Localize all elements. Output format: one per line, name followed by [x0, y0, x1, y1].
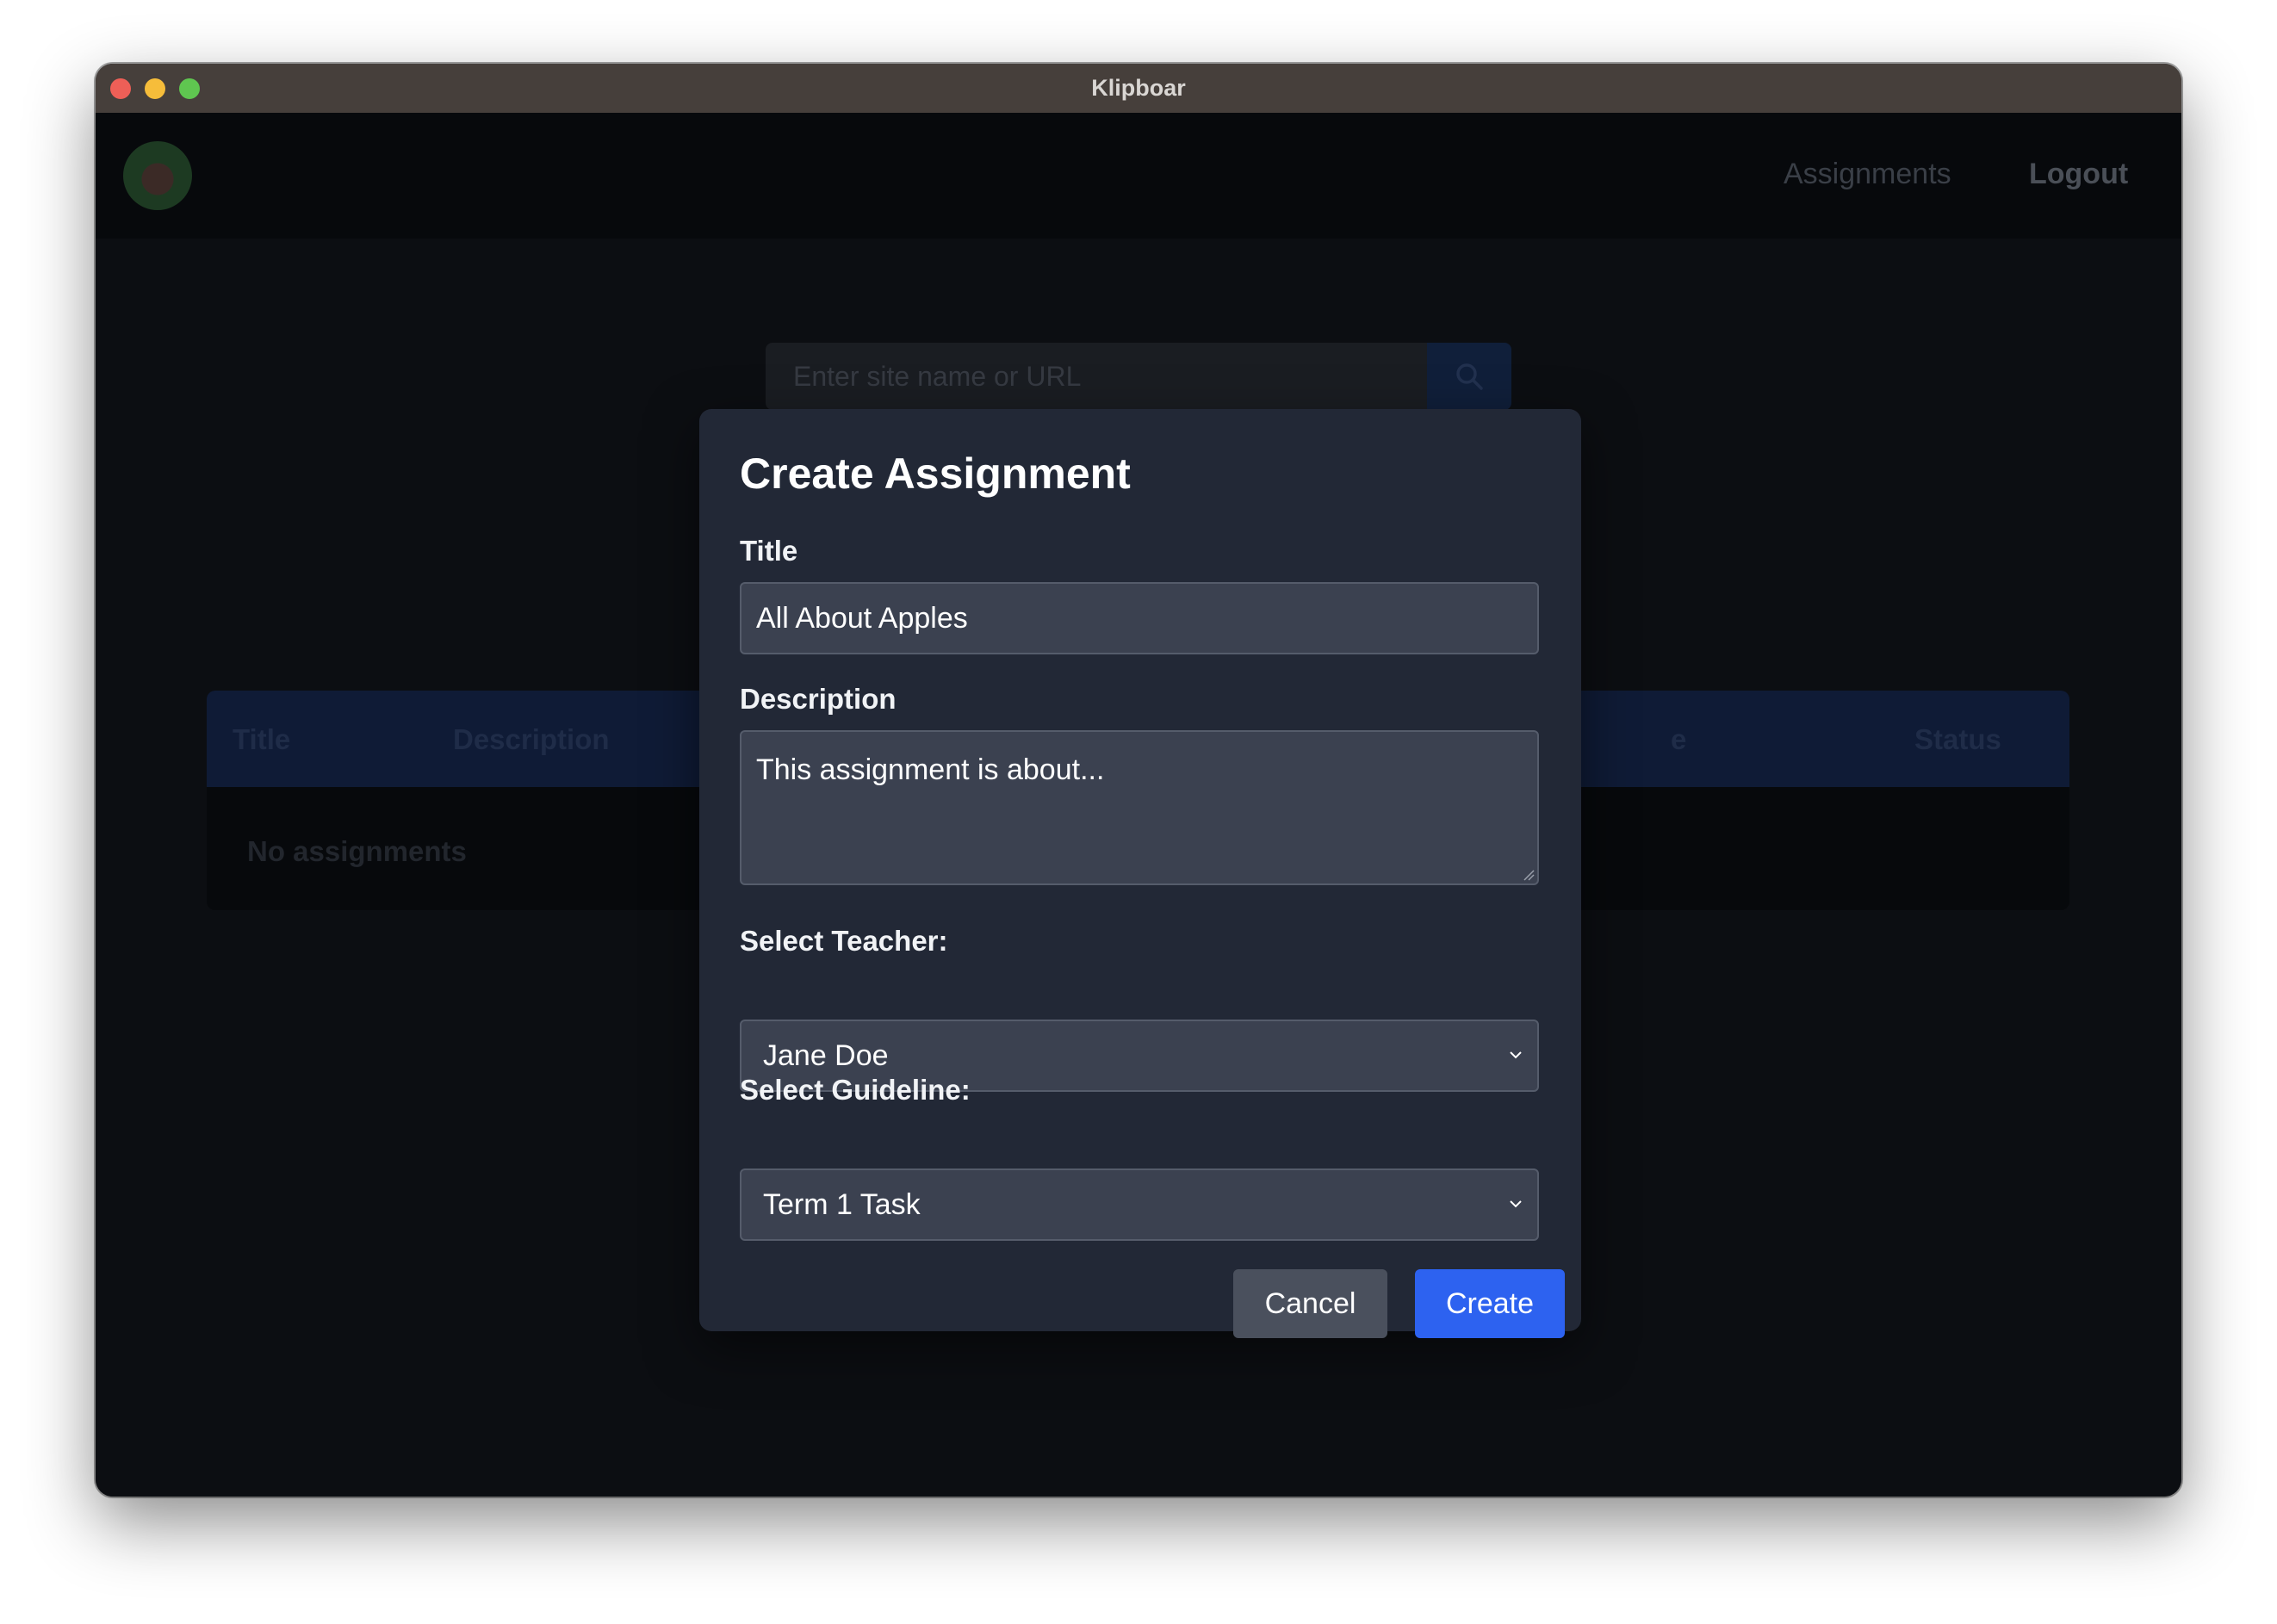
app-content: Assignments Logout Title Description e S…	[96, 113, 2181, 1497]
title-bar: Klipboar	[96, 64, 2181, 113]
cancel-button[interactable]: Cancel	[1233, 1269, 1387, 1338]
teacher-label: Select Teacher:	[740, 925, 948, 957]
search-bar	[766, 343, 1511, 410]
resize-handle-icon[interactable]	[1523, 869, 1535, 881]
nav-logout-link[interactable]: Logout	[2029, 158, 2128, 191]
guideline-select-value: Term 1 Task	[763, 1188, 921, 1221]
create-button[interactable]: Create	[1415, 1269, 1565, 1338]
app-window: Klipboar Assignments Logout Title Descri…	[96, 64, 2181, 1497]
column-header-description: Description	[453, 723, 610, 755]
teacher-select-value: Jane Doe	[763, 1039, 889, 1072]
create-assignment-modal: Create Assignment Title All About Apples…	[699, 409, 1581, 1338]
description-label: Description	[740, 683, 897, 715]
avatar[interactable]	[123, 141, 192, 210]
modal-title: Create Assignment	[740, 449, 1131, 498]
chevron-down-icon	[1510, 1051, 1522, 1059]
chevron-down-icon	[1510, 1200, 1522, 1208]
description-textarea[interactable]: This assignment is about...	[740, 730, 1539, 885]
empty-table-message: No assignments	[247, 835, 467, 867]
navbar: Assignments Logout	[96, 113, 2181, 239]
search-icon	[1456, 363, 1483, 390]
window-title: Klipboar	[1091, 75, 1186, 101]
search-button[interactable]	[1427, 343, 1511, 410]
nav-assignments-link[interactable]: Assignments	[1784, 158, 1951, 191]
description-text: This assignment is about...	[756, 753, 1105, 786]
title-input[interactable]: All About Apples	[740, 582, 1539, 654]
column-header-partial: e	[1671, 723, 1687, 755]
column-header-status: Status	[1914, 723, 2001, 755]
column-header-title: Title	[233, 723, 291, 755]
guideline-select[interactable]: Term 1 Task	[740, 1168, 1539, 1241]
search-input[interactable]	[766, 343, 1427, 410]
guideline-label: Select Guideline:	[740, 1074, 971, 1106]
title-label: Title	[740, 535, 798, 567]
